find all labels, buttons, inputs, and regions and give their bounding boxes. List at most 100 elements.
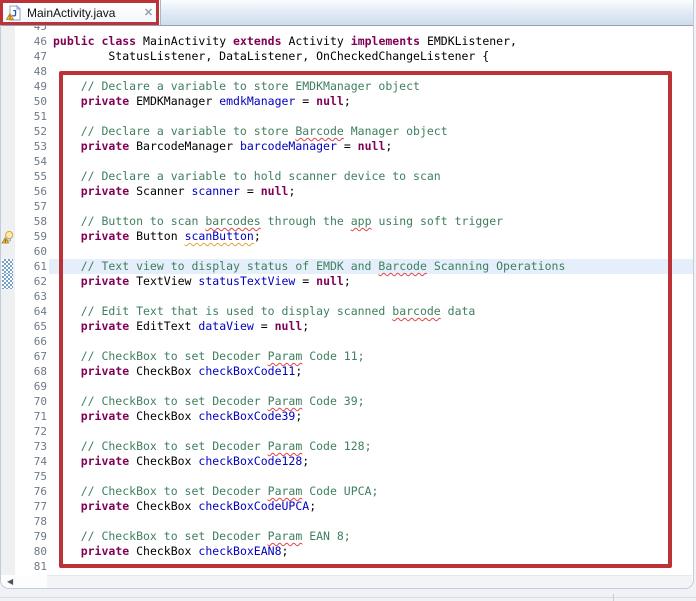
code-line[interactable]: 52 // Declare a variable to store Barcod… xyxy=(1,124,693,139)
code-line[interactable]: 50 private EMDKManager emdkManager = nul… xyxy=(1,94,693,109)
code-line[interactable]: 60 xyxy=(1,244,693,259)
code-line[interactable]: 69 xyxy=(1,379,693,394)
code-text xyxy=(49,424,693,439)
code-line[interactable]: 47 StatusListener, DataListener, OnCheck… xyxy=(1,49,693,64)
code-line[interactable]: 80 private CheckBox checkBoxEAN8; xyxy=(1,544,693,559)
code-line[interactable]: 65 private EditText dataView = null; xyxy=(1,319,693,334)
marker-cell xyxy=(1,26,15,34)
code-line[interactable]: 57 xyxy=(1,199,693,214)
marker-cell xyxy=(1,514,15,529)
marker-cell xyxy=(1,409,15,424)
marker-cell xyxy=(1,529,15,544)
line-number: 66 xyxy=(15,334,49,349)
scroll-left-arrow-icon[interactable]: ◀ xyxy=(7,576,13,588)
code-text: // CheckBox to set Decoder Param Code UP… xyxy=(49,484,693,499)
line-number: 48 xyxy=(15,64,49,79)
marker-cell xyxy=(1,559,15,574)
code-line[interactable]: 78 xyxy=(1,514,693,529)
tab-close-icon[interactable]: ✕ xyxy=(142,6,155,19)
marker-cell xyxy=(1,49,15,64)
range-indicator xyxy=(1,259,15,274)
scrollbar-track[interactable] xyxy=(47,575,692,588)
marker-cell xyxy=(1,94,15,109)
code-line[interactable]: 56 private Scanner scanner = null; xyxy=(1,184,693,199)
code-line[interactable]: 63 xyxy=(1,289,693,304)
line-number: 61 xyxy=(15,259,49,274)
code-line[interactable]: 75 xyxy=(1,469,693,484)
code-line[interactable]: 67 // CheckBox to set Decoder Param Code… xyxy=(1,349,693,364)
horizontal-scrollbar[interactable]: ◀ xyxy=(1,575,692,588)
code-text xyxy=(49,379,693,394)
code-text: private CheckBox checkBoxCode39; xyxy=(49,409,693,424)
line-number: 50 xyxy=(15,94,49,109)
code-line[interactable]: 48 xyxy=(1,64,693,79)
marker-cell xyxy=(1,199,15,214)
code-line[interactable]: 64 // Edit Text that is used to display … xyxy=(1,304,693,319)
marker-cell xyxy=(1,124,15,139)
marker-cell xyxy=(1,214,15,229)
tab-label: MainActivity.java xyxy=(27,6,115,20)
code-line[interactable]: 53 private BarcodeManager barcodeManager… xyxy=(1,139,693,154)
code-lines: 4546public class MainActivity extends Ac… xyxy=(1,26,693,574)
code-line[interactable]: 58 // Button to scan barcodes through th… xyxy=(1,214,693,229)
code-line[interactable]: 72 xyxy=(1,424,693,439)
quickfix-warning-icon[interactable] xyxy=(1,229,15,244)
marker-cell xyxy=(1,439,15,454)
code-line[interactable]: 71 private CheckBox checkBoxCode39; xyxy=(1,409,693,424)
marker-cell xyxy=(1,364,15,379)
code-text: private EMDKManager emdkManager = null; xyxy=(49,94,693,109)
marker-cell xyxy=(1,304,15,319)
code-text: private BarcodeManager barcodeManager = … xyxy=(49,139,693,154)
code-line[interactable]: 46public class MainActivity extends Acti… xyxy=(1,34,693,49)
marker-cell xyxy=(1,544,15,559)
code-text xyxy=(49,64,693,79)
code-line[interactable]: 73 // CheckBox to set Decoder Param Code… xyxy=(1,439,693,454)
code-text xyxy=(49,26,693,34)
line-number: 75 xyxy=(15,469,49,484)
line-number: 49 xyxy=(15,79,49,94)
marker-cell xyxy=(1,379,15,394)
code-line[interactable]: 55 // Declare a variable to hold scanner… xyxy=(1,169,693,184)
marker-cell xyxy=(1,499,15,514)
code-area[interactable]: 4546public class MainActivity extends Ac… xyxy=(1,26,693,575)
line-number: 56 xyxy=(15,184,49,199)
line-number: 57 xyxy=(15,199,49,214)
code-line[interactable]: 76 // CheckBox to set Decoder Param Code… xyxy=(1,484,693,499)
line-number: 52 xyxy=(15,124,49,139)
code-line[interactable]: 66 xyxy=(1,334,693,349)
marker-cell xyxy=(1,154,15,169)
code-line[interactable]: 59 private Button scanButton; xyxy=(1,229,693,244)
line-number: 68 xyxy=(15,364,49,379)
code-text: private CheckBox checkBoxEAN8; xyxy=(49,544,693,559)
marker-cell xyxy=(1,484,15,499)
code-text xyxy=(49,514,693,529)
code-line[interactable]: 68 private CheckBox checkBoxCode11; xyxy=(1,364,693,379)
code-line[interactable]: 45 xyxy=(1,26,693,34)
bottom-sash-divider xyxy=(613,594,614,601)
marker-cell xyxy=(1,469,15,484)
code-text xyxy=(49,199,693,214)
tab-mainactivity-java[interactable]: J MainActivity.java ✕ xyxy=(1,0,161,25)
code-line[interactable]: 61 // Text view to display status of EMD… xyxy=(1,259,693,274)
line-number: 45 xyxy=(15,26,49,34)
range-indicator xyxy=(1,274,15,289)
code-text: private CheckBox checkBoxCode128; xyxy=(49,454,693,469)
code-line[interactable]: 74 private CheckBox checkBoxCode128; xyxy=(1,454,693,469)
code-line[interactable]: 51 xyxy=(1,109,693,124)
line-number: 76 xyxy=(15,484,49,499)
code-line[interactable]: 70 // CheckBox to set Decoder Param Code… xyxy=(1,394,693,409)
code-line[interactable]: 62 private TextView statusTextView = nul… xyxy=(1,274,693,289)
editor-pane: J MainActivity.java ✕ 4546public class M… xyxy=(0,0,694,589)
code-text: StatusListener, DataListener, OnCheckedC… xyxy=(49,49,693,64)
code-line[interactable]: 81 xyxy=(1,559,693,574)
line-number: 72 xyxy=(15,424,49,439)
marker-cell xyxy=(1,289,15,304)
marker-cell xyxy=(1,319,15,334)
code-line[interactable]: 79 // CheckBox to set Decoder Param EAN … xyxy=(1,529,693,544)
code-text: // Button to scan barcodes through the a… xyxy=(49,214,693,229)
line-number: 74 xyxy=(15,454,49,469)
code-line[interactable]: 54 xyxy=(1,154,693,169)
bottom-divider-line xyxy=(0,597,696,598)
code-line[interactable]: 49 // Declare a variable to store EMDKMa… xyxy=(1,79,693,94)
code-line[interactable]: 77 private CheckBox checkBoxCodeUPCA; xyxy=(1,499,693,514)
